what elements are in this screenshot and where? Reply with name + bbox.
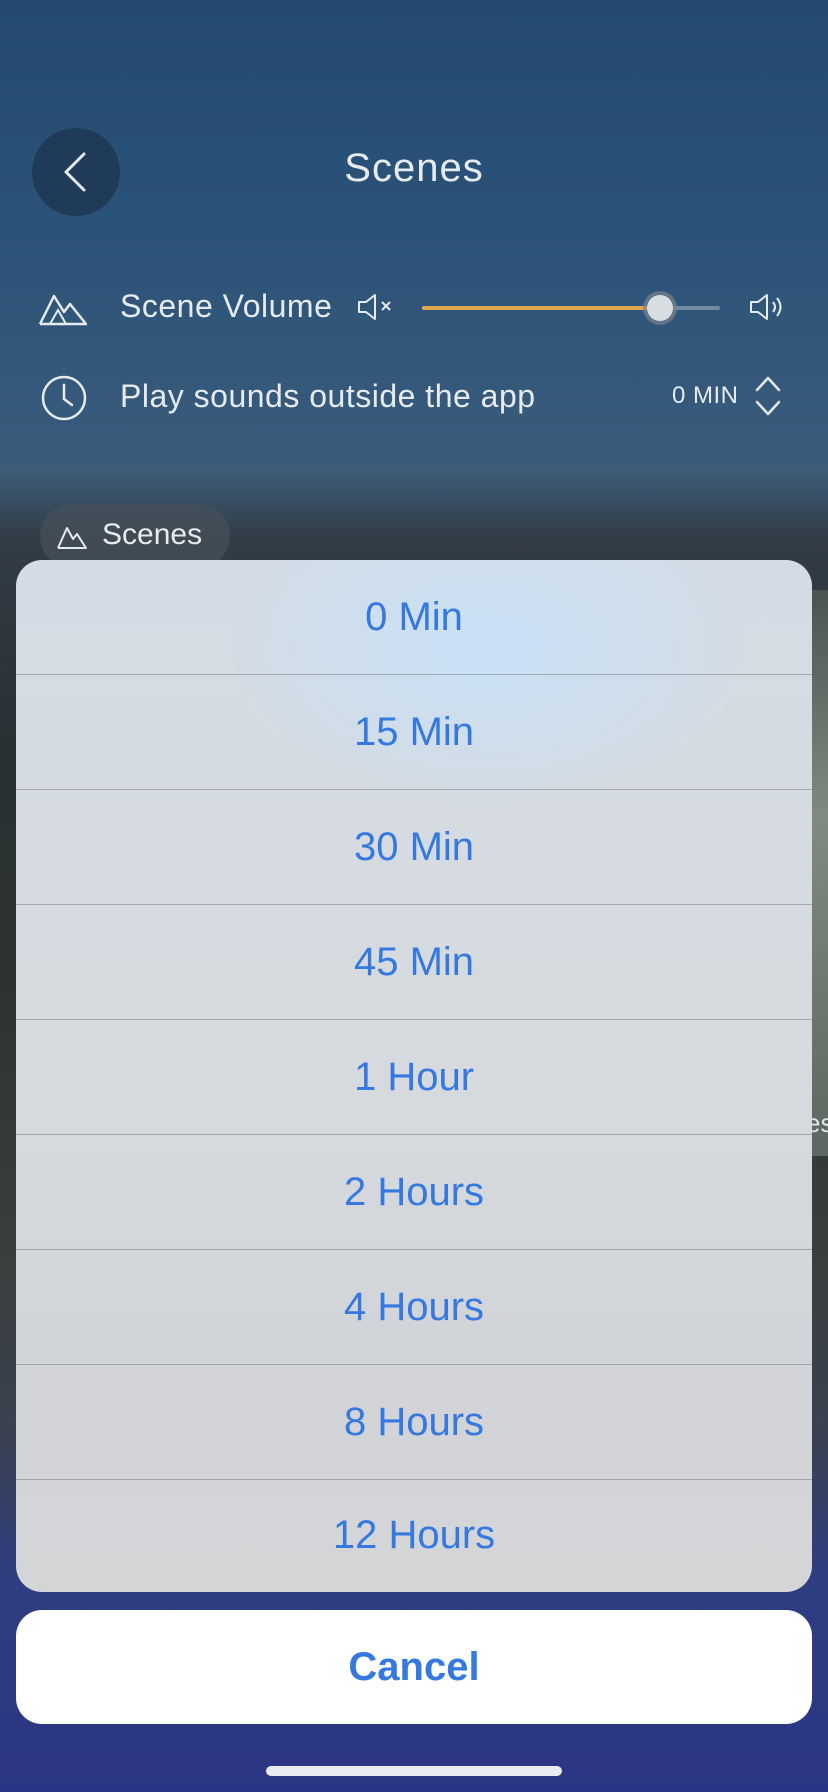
option-45-min[interactable]: 45 Min bbox=[16, 905, 812, 1019]
speaker-mute-icon[interactable] bbox=[356, 292, 396, 322]
settings-header: Scenes Scene Volume Play sounds outside … bbox=[0, 0, 828, 464]
option-1-hour[interactable]: 1 Hour bbox=[16, 1020, 812, 1134]
duration-action-sheet: 0 Min 15 Min 30 Min 45 Min 1 Hour 2 Hour… bbox=[16, 560, 812, 1592]
option-8-hours[interactable]: 8 Hours bbox=[16, 1365, 812, 1479]
stepper-chevron-icon[interactable] bbox=[754, 374, 782, 418]
option-0-min[interactable]: 0 Min bbox=[16, 560, 812, 674]
mountain-icon bbox=[57, 527, 87, 549]
option-15-min[interactable]: 15 Min bbox=[16, 675, 812, 789]
scene-volume-slider[interactable] bbox=[422, 295, 720, 321]
scenes-chip-label: Scenes bbox=[102, 518, 203, 551]
page-title: Scenes bbox=[344, 146, 484, 190]
option-30-min[interactable]: 30 Min bbox=[16, 790, 812, 904]
scene-volume-label: Scene Volume bbox=[120, 288, 333, 324]
home-indicator[interactable] bbox=[266, 1766, 562, 1776]
option-2-hours[interactable]: 2 Hours bbox=[16, 1135, 812, 1249]
mountain-icon bbox=[38, 294, 88, 326]
outside-app-label: Play sounds outside the app bbox=[120, 378, 536, 414]
speaker-loud-icon[interactable] bbox=[748, 292, 788, 322]
cancel-button[interactable]: Cancel bbox=[16, 1610, 812, 1724]
outside-app-value[interactable]: 0 MIN bbox=[672, 382, 739, 410]
slider-fill bbox=[422, 306, 661, 310]
option-4-hours[interactable]: 4 Hours bbox=[16, 1250, 812, 1364]
clock-icon bbox=[41, 375, 87, 421]
scenes-chip[interactable]: Scenes bbox=[40, 504, 230, 568]
slider-thumb[interactable] bbox=[647, 295, 674, 321]
option-12-hours[interactable]: 12 Hours bbox=[16, 1478, 812, 1592]
